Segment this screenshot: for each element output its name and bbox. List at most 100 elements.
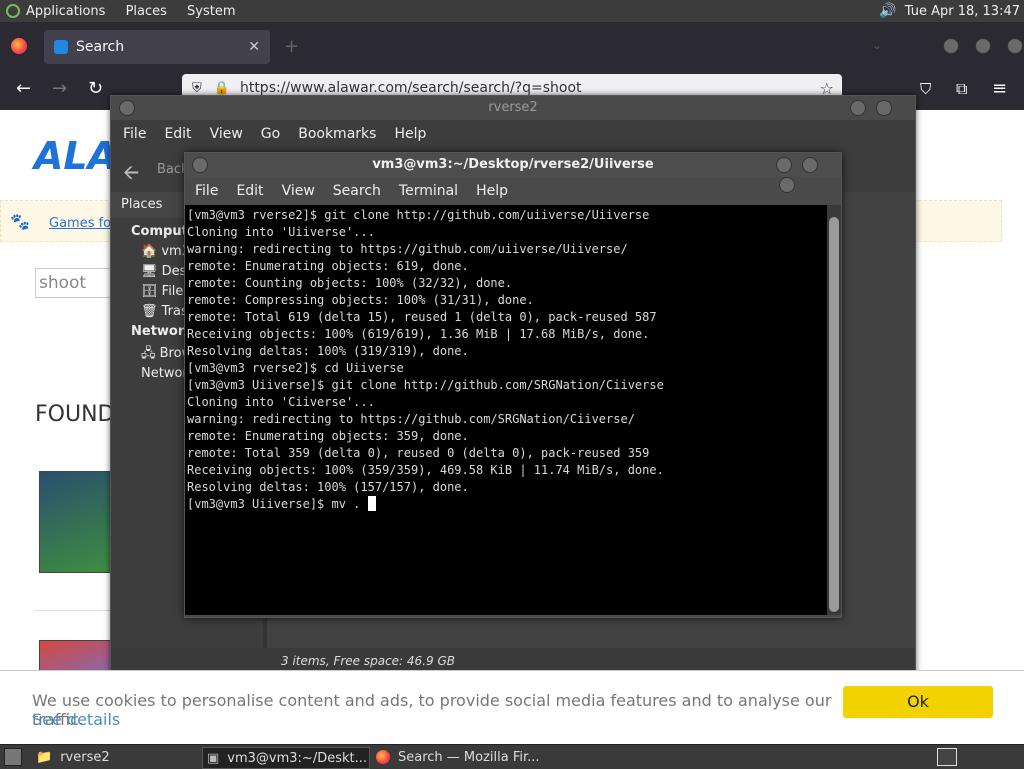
- fm-menu-file[interactable]: File: [123, 126, 146, 142]
- see-details-link[interactable]: See details: [32, 710, 120, 729]
- fm-menu-help[interactable]: Help: [394, 126, 426, 142]
- applications-menu[interactable]: Applications: [26, 4, 105, 19]
- taskbar-item-terminal[interactable]: ▣ vm3@vm3:~/Deskt...: [202, 747, 370, 769]
- terminal-menu-search[interactable]: Search: [333, 183, 381, 199]
- terminal-icon: ▣: [207, 750, 220, 766]
- fm-back-arrow-icon[interactable]: 🡨: [123, 158, 139, 192]
- distro-logo-icon[interactable]: [6, 4, 20, 18]
- fm-minimize-button[interactable]: [850, 100, 866, 116]
- taskbar-item-firefox[interactable]: Search — Mozilla Fir...: [372, 747, 572, 767]
- desktop-icon: 🖥: [141, 264, 158, 279]
- taskbar-item-file-manager[interactable]: 📁 rverse2: [36, 747, 196, 767]
- cookie-banner: We use cookies to personalise content an…: [0, 670, 1024, 745]
- game-thumbnail[interactable]: [39, 471, 121, 573]
- terminal-menu-help[interactable]: Help: [476, 183, 508, 199]
- tab-search[interactable]: Search ✕: [44, 30, 270, 64]
- back-arrow-icon[interactable]: ←: [16, 78, 31, 99]
- terminal-scroll-thumb[interactable]: [829, 217, 839, 612]
- terminal-menu-edit[interactable]: Edit: [236, 183, 263, 199]
- terminal-line: Resolving deltas: 100% (157/157), done.: [187, 480, 469, 494]
- terminal-output[interactable]: [vm3@vm3 rverse2]$ git clone http://gith…: [185, 205, 827, 615]
- terminal-line: remote: Compressing objects: 100% (31/31…: [187, 293, 534, 307]
- taskbar-label: Search — Mozilla Fir...: [398, 749, 540, 765]
- fm-menu-bookmarks[interactable]: Bookmarks: [298, 126, 376, 142]
- home-folder-icon: 🏠: [141, 244, 158, 259]
- folder-icon: 📁: [36, 749, 53, 765]
- site-logo[interactable]: ALA: [34, 134, 117, 178]
- shield-icon[interactable]: ⛨: [192, 81, 202, 96]
- cookie-ok-button[interactable]: Ok: [843, 686, 993, 718]
- divider: [35, 610, 115, 611]
- fm-menu-button[interactable]: [119, 100, 135, 116]
- hamburger-menu-icon[interactable]: ≡: [992, 78, 1007, 99]
- terminal-title: vm3@vm3:~/Desktop/rverse2/Uiiverse: [372, 157, 654, 172]
- sidebar-item-vm3[interactable]: 🏠 vm3: [141, 244, 190, 259]
- forward-arrow-icon[interactable]: →: [52, 78, 67, 99]
- show-desktop-icon[interactable]: [4, 748, 22, 766]
- reload-icon[interactable]: ↻: [88, 78, 103, 99]
- fm-menubar: File Edit View Go Bookmarks Help: [111, 120, 915, 148]
- terminal-line: remote: Total 359 (delta 0), reused 0 (d…: [187, 446, 650, 460]
- firefox-icon[interactable]: [11, 38, 27, 54]
- terminal-maximize-button[interactable]: [802, 157, 819, 173]
- fm-menu-view[interactable]: View: [210, 126, 243, 142]
- terminal-menu-button[interactable]: [192, 157, 208, 173]
- terminal-line: remote: Enumerating objects: 619, done.: [187, 259, 469, 273]
- maximize-button[interactable]: [975, 38, 992, 54]
- paw-icon: 🐾: [10, 212, 30, 231]
- minimize-button[interactable]: [943, 38, 959, 54]
- window-controls: [940, 38, 1024, 58]
- terminal-line: warning: redirecting to https://github.c…: [187, 242, 628, 256]
- firefox-taskbar-icon: [376, 750, 390, 764]
- network-icon: 🖧: [141, 346, 156, 361]
- workspace-switcher-icon[interactable]: [937, 748, 957, 766]
- places-menu[interactable]: Places: [126, 4, 167, 19]
- fm-menu-go[interactable]: Go: [261, 126, 280, 142]
- fm-maximize-button[interactable]: [876, 100, 893, 116]
- system-menu[interactable]: System: [187, 4, 235, 19]
- lock-icon[interactable]: 🔒: [214, 81, 230, 96]
- games-for-link[interactable]: Games for: [49, 216, 116, 231]
- pocket-icon[interactable]: ⛉: [920, 80, 931, 98]
- terminal-menu-terminal[interactable]: Terminal: [399, 183, 458, 199]
- fm-places-label: Places: [121, 197, 163, 212]
- terminal-line: Resolving deltas: 100% (319/319), done.: [187, 344, 469, 358]
- terminal-line: [vm3@vm3 Uiiverse]$ git clone http://git…: [187, 378, 664, 392]
- bottom-panel: 📁 rverse2 ▣ vm3@vm3:~/Deskt... Search — …: [0, 744, 1024, 769]
- list-tabs-icon[interactable]: ⌄: [872, 38, 882, 52]
- close-button[interactable]: [1007, 38, 1024, 54]
- terminal-prompt: [vm3@vm3 Uiiverse]$ mv .: [187, 497, 368, 511]
- terminal-menu-view[interactable]: View: [282, 183, 315, 199]
- url-text[interactable]: https://www.alawar.com/search/search/?q=…: [240, 80, 582, 96]
- top-panel: Applications Places System 🔊 Tue Apr 18,…: [0, 0, 1024, 23]
- tab-close-icon[interactable]: ✕: [248, 39, 260, 55]
- new-tab-icon[interactable]: +: [284, 36, 299, 57]
- clock[interactable]: Tue Apr 18, 13:47: [905, 4, 1020, 19]
- terminal-titlebar[interactable]: vm3@vm3:~/Desktop/rverse2/Uiiverse: [185, 153, 841, 177]
- found-heading: FOUND: [35, 402, 115, 427]
- terminal-line: [vm3@vm3 rverse2]$ cd Uiiverse: [187, 361, 404, 375]
- trash-icon: 🗑: [141, 304, 158, 319]
- terminal-line: Receiving objects: 100% (619/619), 1.36 …: [187, 327, 650, 341]
- terminal-menubar: File Edit View Search Terminal Help: [185, 177, 841, 205]
- taskbar-label: rverse2: [60, 749, 110, 765]
- drive-icon: 🗄: [141, 284, 158, 299]
- extensions-icon[interactable]: ⧉: [956, 79, 967, 99]
- terminal-line: remote: Enumerating objects: 359, done.: [187, 429, 469, 443]
- terminal-line: [vm3@vm3 rverse2]$ git clone http://gith…: [187, 208, 650, 222]
- terminal-cursor: [367, 496, 376, 511]
- terminal-menu-file[interactable]: File: [195, 183, 218, 199]
- taskbar-label: vm3@vm3:~/Deskt...: [227, 750, 368, 766]
- tab-title: Search: [76, 39, 125, 55]
- site-search-value: shoot: [39, 273, 87, 293]
- terminal-line: Cloning into 'Ciiverse'...: [187, 395, 375, 409]
- terminal-line: Cloning into 'Uiiverse'...: [187, 225, 375, 239]
- terminal-prompt-line: [vm3@vm3 Uiiverse]$ mv .: [187, 496, 827, 513]
- cookie-text: We use cookies to personalise content an…: [32, 691, 832, 729]
- fm-menu-edit[interactable]: Edit: [164, 126, 191, 142]
- tab-favicon: [54, 40, 68, 54]
- fm-titlebar[interactable]: rverse2: [111, 96, 915, 120]
- terminal-line: warning: redirecting to https://github.c…: [187, 412, 635, 426]
- volume-icon[interactable]: 🔊: [879, 3, 896, 19]
- terminal-minimize-button[interactable]: [776, 157, 792, 173]
